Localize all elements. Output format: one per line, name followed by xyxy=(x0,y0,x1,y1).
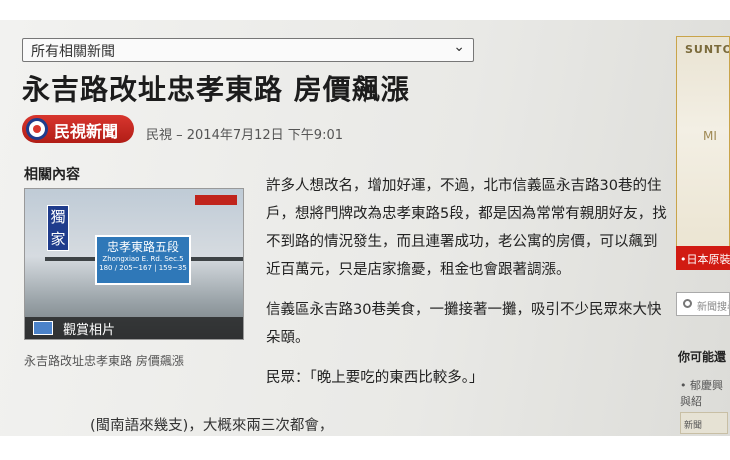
article-paragraph-3: 民眾：「晚上要吃的東西比較多。」 xyxy=(266,370,484,386)
street-sign-numbers: 180 / 205~167 | 159~35 xyxy=(99,264,187,272)
article-body: 許多人想改名，增加好運，不過，北市信義區永吉路30巷的住戶，想將門牌改為忠孝東路… xyxy=(266,172,668,404)
sidebar-link[interactable]: • 郁慶興與紹 xyxy=(680,378,730,410)
related-content-label: 相關內容 xyxy=(24,167,80,183)
street-sign-text: 忠孝東路五段 xyxy=(106,240,179,254)
search-icon xyxy=(683,299,692,308)
view-photos-label: 觀賞相片 xyxy=(63,323,116,338)
related-photo[interactable]: 獨家 忠孝東路五段 Zhongxiao E. Rd. Sec.5 180 / 2… xyxy=(24,188,244,340)
bottom-edge xyxy=(0,436,730,460)
street-sign-sub: Zhongxiao E. Rd. Sec.5 xyxy=(102,255,184,263)
browser-screen: 所有相關新聞 ⌄ 永吉路改址忠孝東路 房價飆漲 民視新聞 民視 – 2014年7… xyxy=(0,0,730,460)
ftv-news-logo: 民視新聞 xyxy=(22,115,134,143)
suntory-ad[interactable]: SUNTORY MI xyxy=(676,36,730,270)
article-byline: 民視 – 2014年7月12日 下午9:01 xyxy=(146,128,343,143)
ad-brand: SUNTORY xyxy=(685,43,729,56)
photo-gallery-icon xyxy=(33,321,53,335)
ad-band[interactable]: •日本原裝 xyxy=(676,246,730,270)
logo-text: 民視新聞 xyxy=(54,122,119,141)
view-photos-button[interactable]: 觀賞相片 xyxy=(25,317,243,339)
dropdown-value: 所有相關新聞 xyxy=(31,44,115,60)
news-search-input[interactable]: 新聞搜尋 xyxy=(676,292,730,316)
article-cut-line: (閩南語來幾支)，大概來兩三次都會， xyxy=(90,418,334,434)
article-paragraph-1: 許多人想改名，增加好運，不過，北市信義區永吉路30巷的住戶，想將門牌改為忠孝東路… xyxy=(266,178,667,278)
sidebar-bottom-tab[interactable]: 新聞 xyxy=(680,412,728,434)
article-paragraph-2: 信義區永吉路30巷美食，一攤接著一攤，吸引不少民眾來大快朵頤。 xyxy=(266,302,662,346)
top-edge xyxy=(0,0,730,20)
channel-logo-icon xyxy=(195,195,237,205)
exclusive-tag: 獨家 xyxy=(47,205,69,251)
ad-mi-text: MI xyxy=(703,129,717,143)
related-news-dropdown[interactable]: 所有相關新聞 ⌄ xyxy=(22,38,474,62)
article-headline: 永吉路改址忠孝東路 房價飆漲 xyxy=(22,73,410,106)
right-sidebar: SUNTORY MI •日本原裝 新聞搜尋 你可能還 • 郁慶興與紹 新聞 xyxy=(674,36,730,436)
you-may-like-heading: 你可能還 xyxy=(678,350,727,364)
ftv-logo-icon xyxy=(26,118,48,140)
street-sign: 忠孝東路五段 Zhongxiao E. Rd. Sec.5 180 / 205~… xyxy=(95,235,191,285)
search-placeholder: 新聞搜尋 xyxy=(697,302,729,313)
photo-caption[interactable]: 永吉路改址忠孝東路 房價飆漲 xyxy=(24,352,184,369)
chevron-down-icon[interactable]: ⌄ xyxy=(453,39,465,55)
